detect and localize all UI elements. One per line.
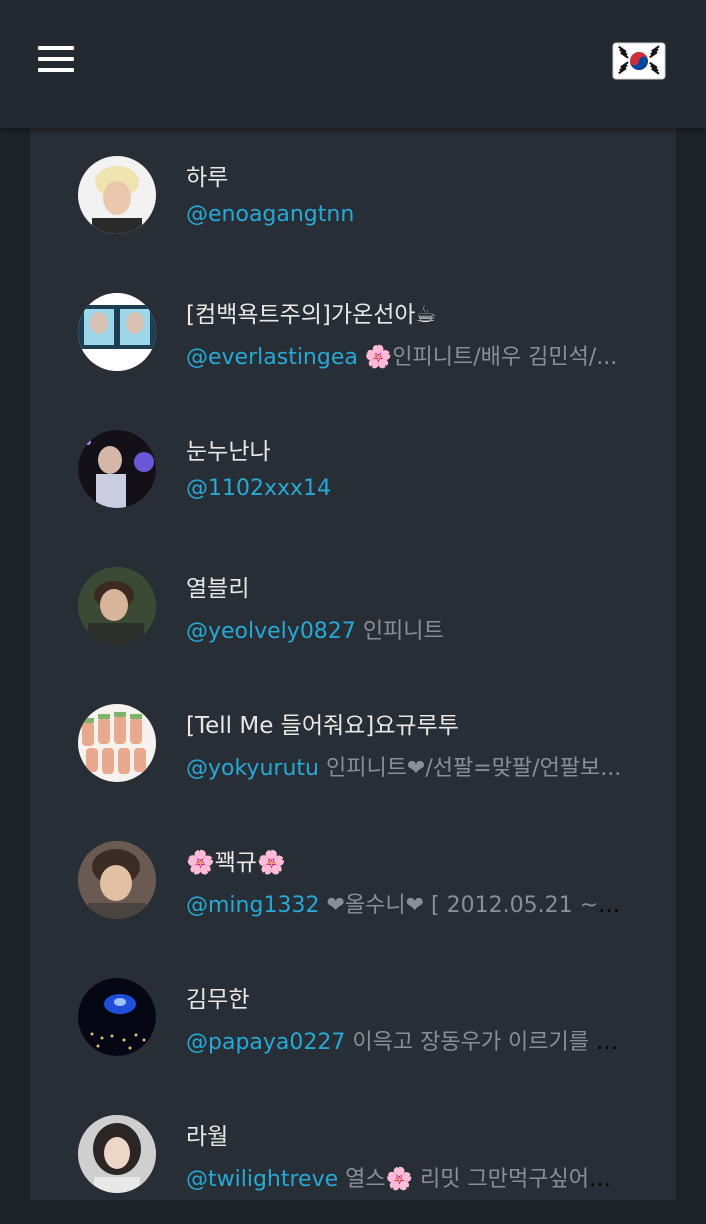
user-name: 라월 xyxy=(186,1124,229,1150)
list-item[interactable]: 🌸꽥규🌸 @ming1332 ❤올수니❤ [ 2012.05.21 ~ i... xyxy=(30,813,676,950)
user-bio: 🌸인피니트/배우 김민석/... xyxy=(364,345,618,370)
avatar[interactable] xyxy=(78,841,156,919)
avatar[interactable] xyxy=(78,1115,156,1193)
user-name: 🌸꽥규🌸 xyxy=(186,850,286,876)
user-bio: 인피니트❤/선팔=맞팔/언팔보... xyxy=(325,756,622,781)
user-handle[interactable]: @enoagangtnn xyxy=(186,202,354,227)
user-subline: @1102xxx14 xyxy=(186,476,622,501)
hamburger-menu-icon[interactable] xyxy=(38,46,76,76)
user-subline: @twilightreve 열스🌸 리밋 그만먹구싶어요... xyxy=(186,1161,622,1193)
user-handle[interactable]: @yokyurutu xyxy=(186,756,319,781)
user-name: 눈누난나 xyxy=(186,439,271,465)
list-item[interactable]: 눈누난나 @1102xxx14 xyxy=(30,402,676,539)
user-name: [Tell Me 들어줘요]요규루투 xyxy=(186,713,459,739)
user-handle[interactable]: @everlastingea xyxy=(186,345,358,370)
list-item[interactable]: 김무한 @papaya0227 이윽고 장동우가 이르기를 [... xyxy=(30,950,676,1087)
user-handle[interactable]: @yeolvely0827 xyxy=(186,619,356,644)
user-bio: ❤올수니❤ [ 2012.05.21 ~ i... xyxy=(326,893,622,918)
user-name: 하루 xyxy=(186,165,229,191)
user-name: 김무한 xyxy=(186,987,250,1013)
user-name: [컴백욕트주의]가온선아☕ xyxy=(186,302,437,328)
user-subline: @yokyurutu 인피니트❤/선팔=맞팔/언팔보... xyxy=(186,750,622,782)
user-name: 열블리 xyxy=(186,576,250,602)
user-subline: @yeolvely0827 인피니트 xyxy=(186,613,622,645)
avatar[interactable] xyxy=(78,430,156,508)
list-item[interactable]: 하루 @enoagangtnn xyxy=(30,128,676,265)
list-item[interactable]: 열블리 @yeolvely0827 인피니트 xyxy=(30,539,676,676)
avatar[interactable] xyxy=(78,567,156,645)
user-subline: @enoagangtnn xyxy=(186,202,622,227)
user-subline: @papaya0227 이윽고 장동우가 이르기를 [... xyxy=(186,1024,622,1056)
avatar[interactable] xyxy=(78,978,156,1056)
list-item[interactable]: 라월 @twilightreve 열스🌸 리밋 그만먹구싶어요... xyxy=(30,1087,676,1224)
user-handle[interactable]: @papaya0227 xyxy=(186,1030,345,1055)
user-handle[interactable]: @ming1332 xyxy=(186,893,319,918)
avatar[interactable] xyxy=(78,156,156,234)
user-handle[interactable]: @1102xxx14 xyxy=(186,476,331,501)
user-bio: 인피니트 xyxy=(362,619,444,644)
list-item[interactable]: [Tell Me 들어줘요]요규루투 @yokyurutu 인피니트❤/선팔=맞… xyxy=(30,676,676,813)
south-korea-flag-icon[interactable] xyxy=(612,42,666,80)
avatar[interactable] xyxy=(78,704,156,782)
user-bio: 이윽고 장동우가 이르기를 [... xyxy=(352,1030,622,1055)
list-item[interactable]: [컴백욕트주의]가온선아☕ @everlastingea 🌸인피니트/배우 김민… xyxy=(30,265,676,402)
top-app-bar xyxy=(0,0,706,128)
user-handle[interactable]: @twilightreve xyxy=(186,1167,338,1192)
user-subline: @ming1332 ❤올수니❤ [ 2012.05.21 ~ i... xyxy=(186,887,622,919)
avatar[interactable] xyxy=(78,293,156,371)
user-list-panel: 하루 @enoagangtnn [컴백욕트주의]가온선아☕ @everlasti… xyxy=(30,128,676,1200)
user-subline: @everlastingea 🌸인피니트/배우 김민석/... xyxy=(186,339,622,371)
user-bio: 열스🌸 리밋 그만먹구싶어요... xyxy=(345,1167,622,1192)
